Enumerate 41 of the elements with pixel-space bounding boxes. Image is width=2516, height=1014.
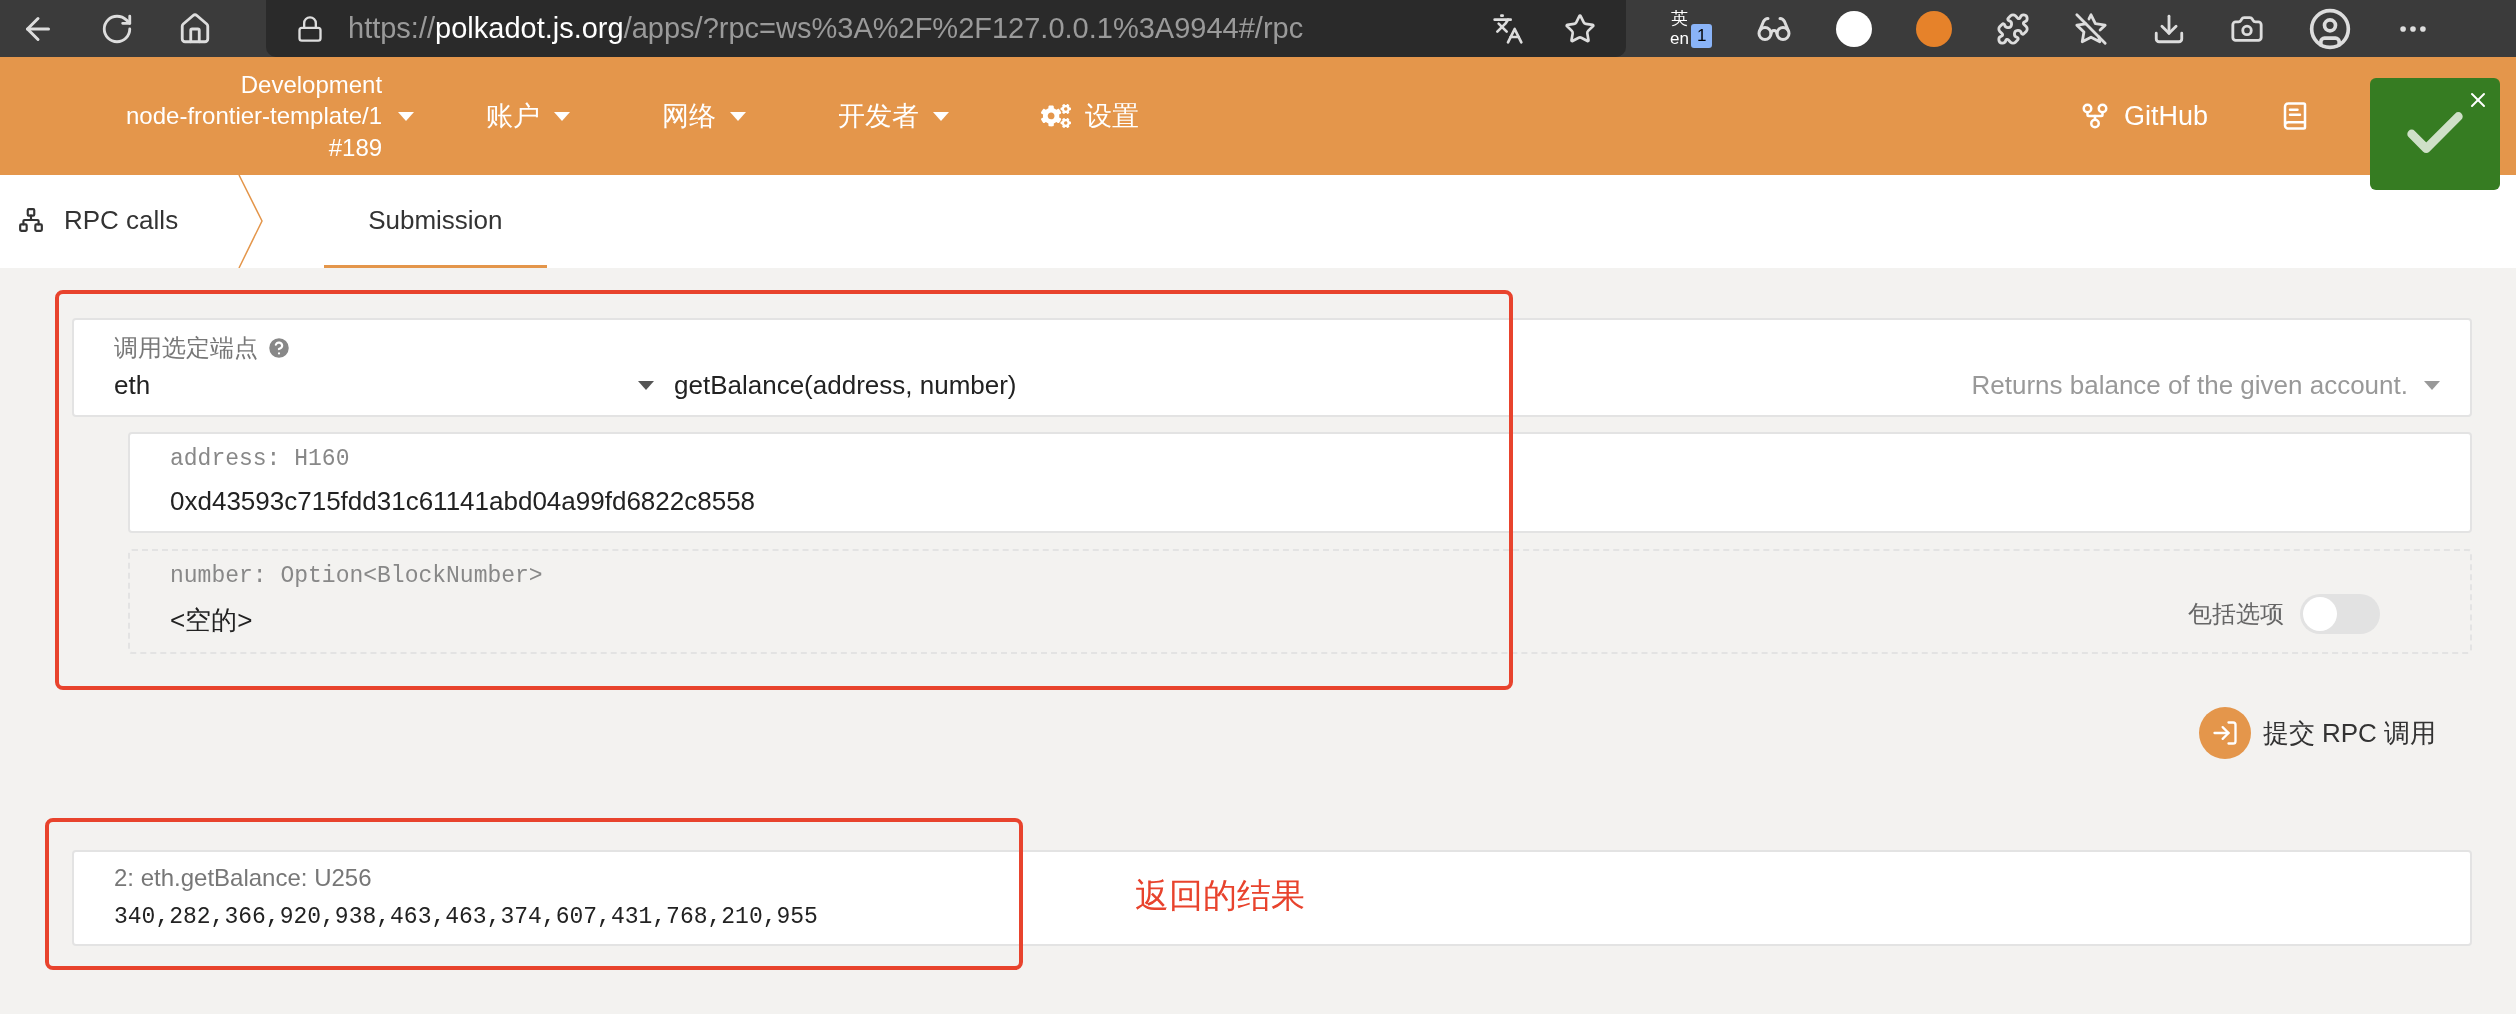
submit-button[interactable]: 提交 RPC 调用 (2192, 706, 2442, 760)
caret-icon (554, 111, 571, 121)
endpoint-label: 调用选定端点 (114, 332, 292, 364)
url-scheme: https:// (348, 12, 436, 44)
toggle-label: 包括选项 (2188, 598, 2284, 629)
home-icon[interactable] (178, 11, 212, 46)
caret-icon (638, 381, 654, 390)
translate-zh: 英 (1670, 8, 1688, 29)
extension-badge: 1 (1690, 24, 1713, 49)
caret-icon (2424, 381, 2440, 390)
include-option-toggle[interactable] (2300, 593, 2380, 634)
tab[interactable]: RPC calls (18, 175, 179, 268)
puzzle-icon[interactable] (1996, 11, 2031, 46)
help-icon[interactable] (266, 335, 292, 361)
tab[interactable]: Submission (324, 175, 547, 268)
network-icon (18, 207, 44, 233)
translate-en: en (1670, 28, 1689, 49)
section-dropdown[interactable]: eth (114, 370, 674, 401)
param-label: address: H160 (170, 446, 350, 472)
caret-icon (933, 111, 950, 121)
method-dropdown[interactable]: getBalance(address, number) (674, 370, 1017, 401)
param-value: <空的> (170, 604, 253, 637)
param-value: 0xd43593c715fdd31c61141abd04a99fd6822c8558 (170, 486, 757, 517)
result-header: 2: eth.getBalance: U256 (114, 864, 372, 892)
method-description: Returns balance of the given account. (1971, 370, 2440, 401)
profile-icon[interactable] (2308, 6, 2353, 51)
annotation-text: 返回的结果 (1135, 875, 1305, 916)
extension-icon[interactable] (1836, 10, 1873, 47)
url-host: polkadot.js.org (435, 12, 624, 44)
param-field[interactable]: address: H160 0xd43593c715fdd31c61141abd04a99fd6822c8558 (128, 432, 2472, 533)
caret-icon (730, 111, 747, 121)
result-value: 340,282,366,920,938,463,463,374,607,431,768,210,955 (114, 904, 819, 930)
submit-icon (2210, 719, 2239, 747)
lock-icon (296, 14, 324, 43)
caret-icon (398, 111, 415, 121)
url-path: /apps/?rpc=ws%3A%2F%2F127.0.0.1%3A9944#/rpc (623, 12, 1304, 44)
branch-icon (2079, 101, 2110, 131)
gears-icon (1041, 101, 1072, 131)
star-icon[interactable] (1564, 12, 1596, 45)
param-label: number: Option<BlockNumber> (170, 563, 543, 589)
address-bar[interactable]: https://polkadot.js.org/apps/?rpc=ws%3A%2F%2F127.0.0.1%3A9944#/rpc (266, 0, 1626, 57)
